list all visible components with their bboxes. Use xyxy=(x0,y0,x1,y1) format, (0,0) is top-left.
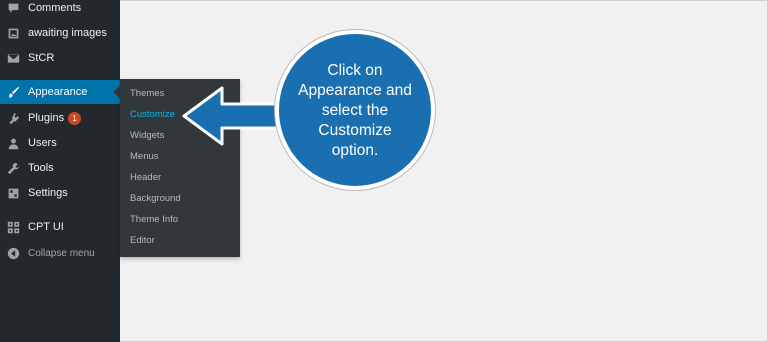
callout-text: Click on Appearance and select the Custo… xyxy=(298,62,412,159)
instruction-callout: Click on Appearance and select the Custo… xyxy=(275,30,435,190)
